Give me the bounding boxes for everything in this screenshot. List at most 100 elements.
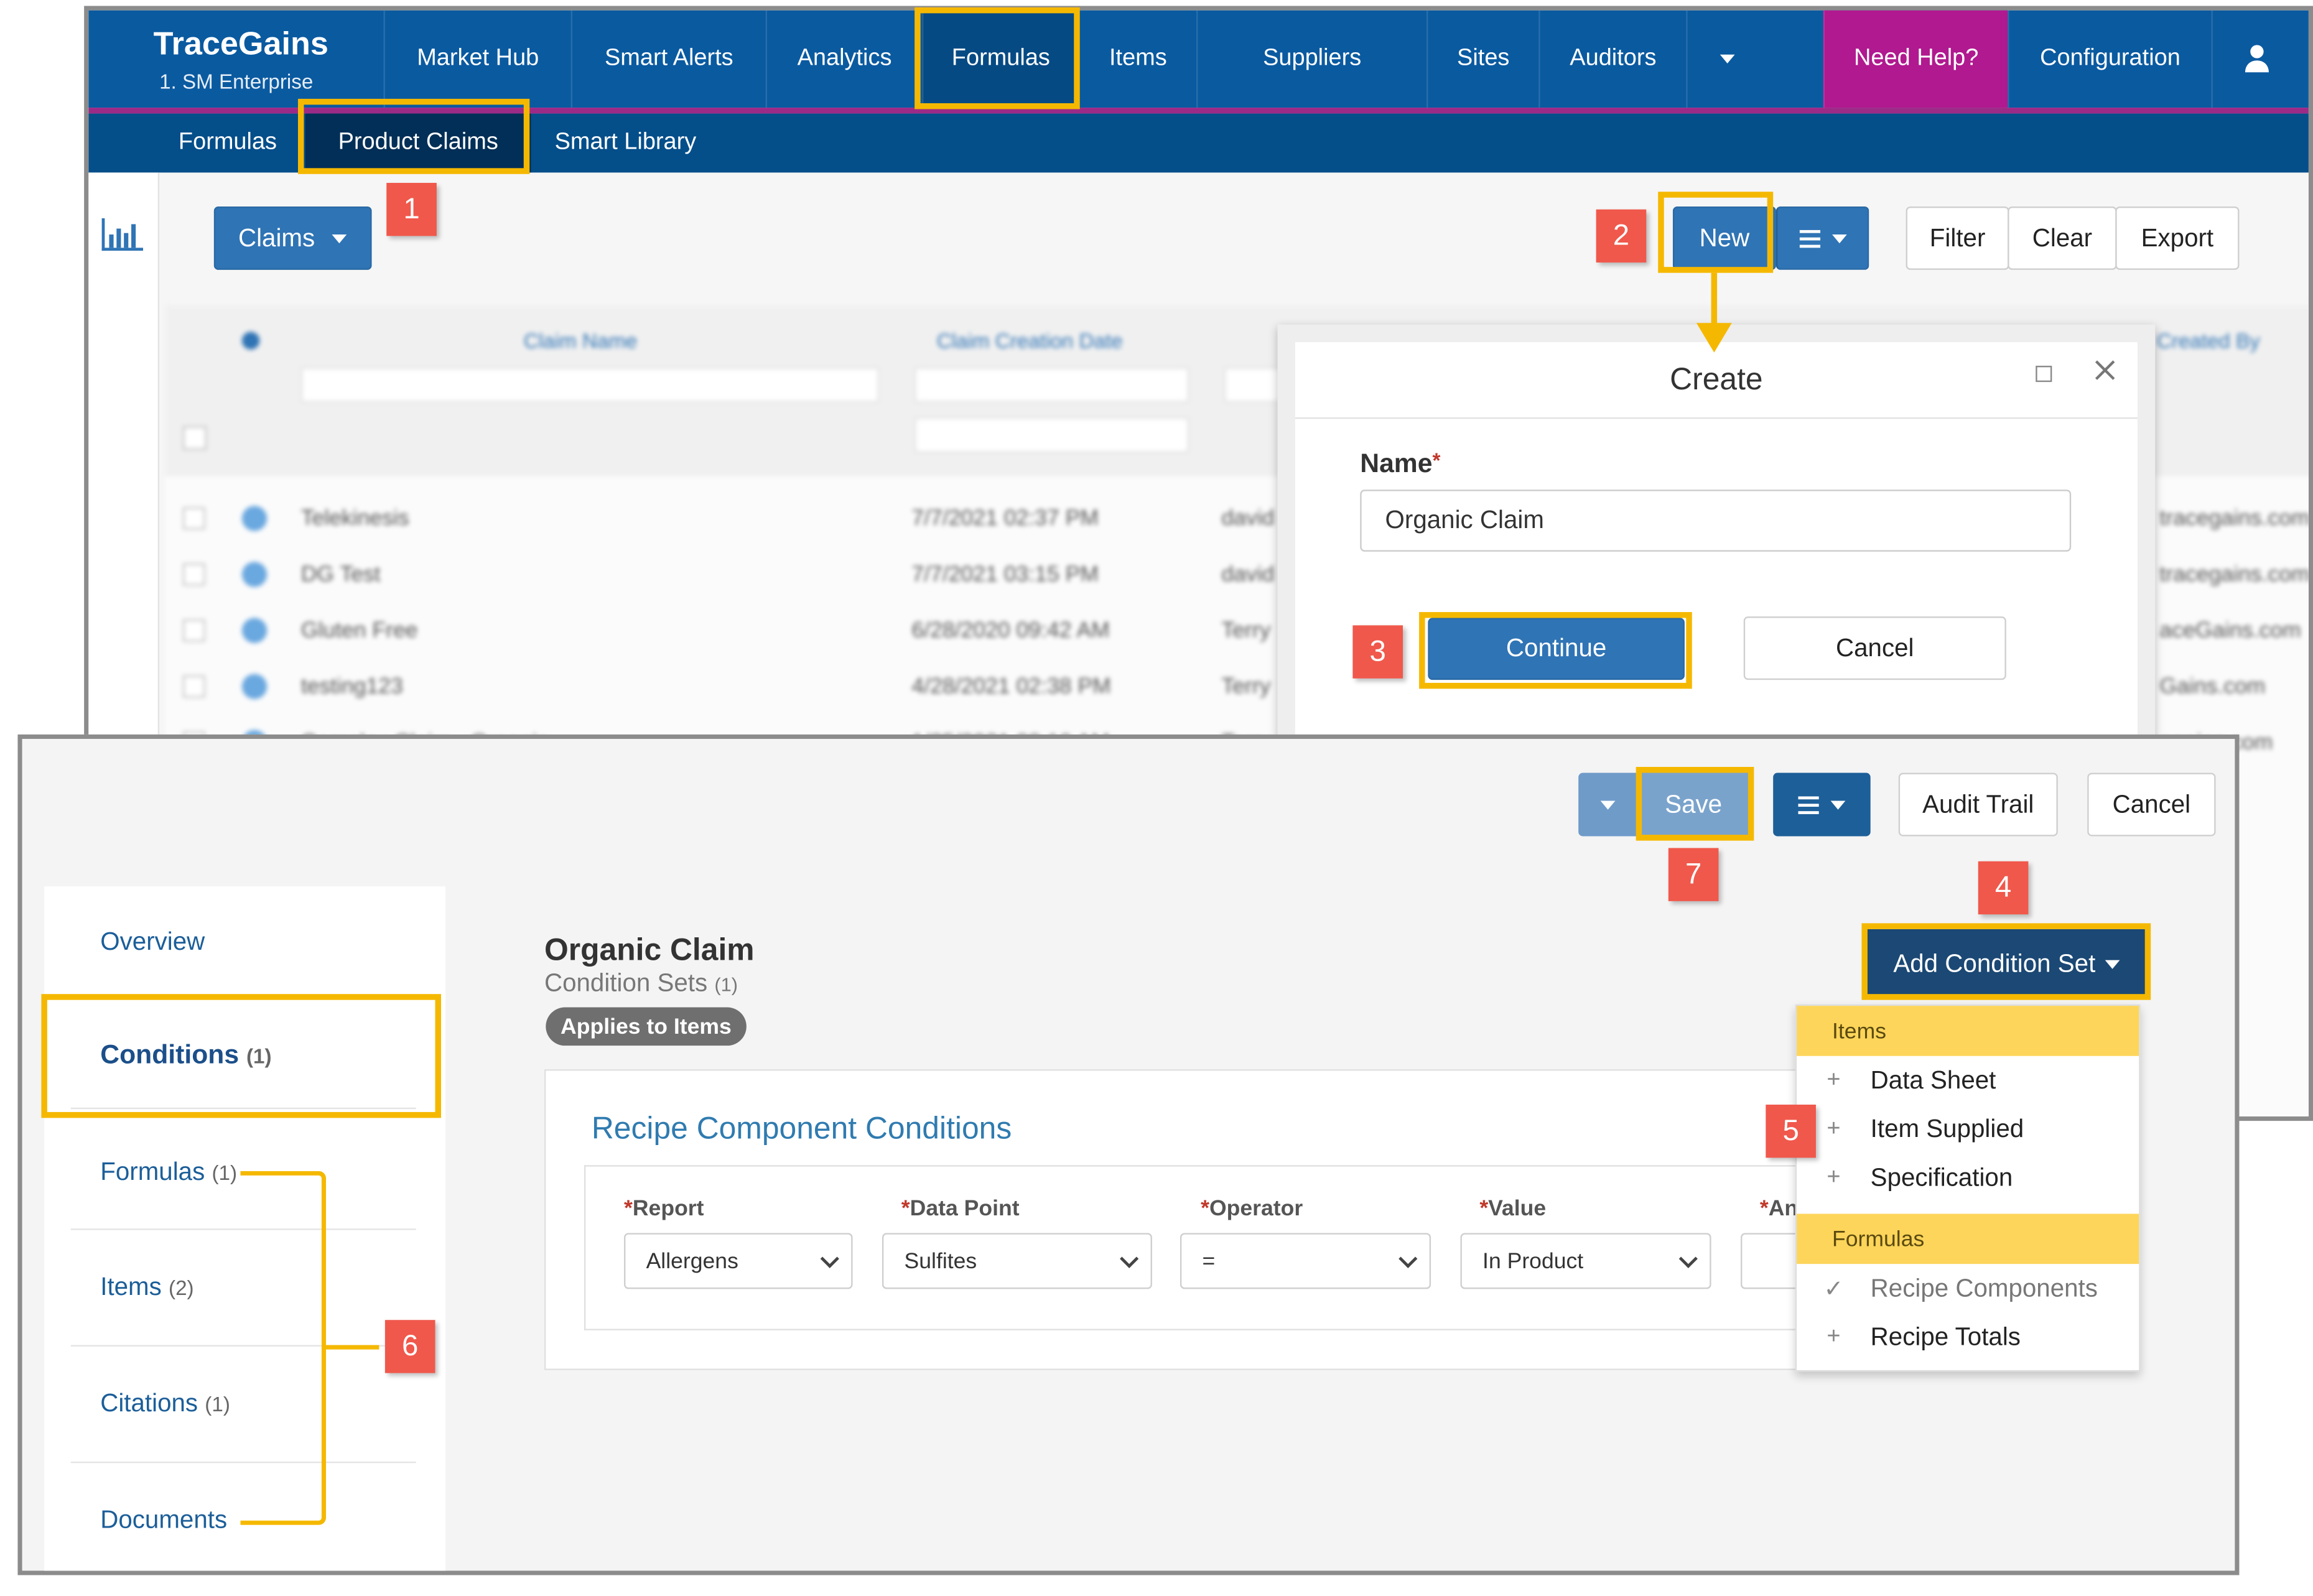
claims-dropdown-button[interactable]: Claims [213, 206, 372, 270]
expand-icon[interactable] [241, 674, 268, 699]
subnav-formulas[interactable]: Formulas [179, 114, 277, 173]
dropdown-label: Recipe Components [1870, 1273, 2098, 1302]
expand-icon[interactable] [241, 562, 268, 587]
editor-cancel-button[interactable]: Cancel [2087, 772, 2216, 837]
dropdown-label: Item Supplied [1870, 1114, 2024, 1143]
row-checkbox[interactable] [183, 507, 205, 530]
sidebar-count: (1) [212, 1161, 238, 1185]
continue-button[interactable]: Continue [1428, 618, 1685, 680]
column-claim-name[interactable]: Claim Name [524, 329, 638, 353]
dialog-title: Create [1670, 363, 1763, 397]
filter-date-input[interactable] [914, 367, 1189, 403]
claim-date: 7/7/2021 03:15 PM [911, 562, 1099, 587]
chart-icon[interactable] [100, 217, 144, 253]
nav-smart-alerts[interactable]: Smart Alerts [570, 10, 766, 108]
sidebar-item-formulas[interactable]: Formulas (1) [100, 1158, 237, 1187]
dropdown-item-data-sheet[interactable]: + Data Sheet [1797, 1056, 2139, 1105]
claim-title: Organic Claim [544, 933, 755, 968]
dropdown-item-specification[interactable]: + Specification [1797, 1153, 2139, 1202]
filter-date-input-2[interactable] [914, 417, 1189, 453]
caret-down-icon [332, 233, 348, 243]
maximize-icon[interactable] [2036, 366, 2052, 383]
row-checkbox[interactable] [183, 619, 205, 642]
brand-name[interactable]: TraceGains [154, 25, 328, 63]
value-value: In Product [1482, 1248, 1584, 1274]
nav-analytics[interactable]: Analytics [765, 10, 922, 108]
user-menu[interactable] [2211, 10, 2299, 108]
actions-menu-button[interactable] [1775, 206, 1869, 270]
nav-more-dropdown[interactable] [1686, 10, 1766, 108]
chevron-down-icon [1120, 1249, 1139, 1268]
expand-icon[interactable] [241, 618, 268, 643]
data-point-select[interactable]: Sulfites [882, 1233, 1152, 1289]
operator-select[interactable]: = [1180, 1233, 1431, 1289]
save-options-button[interactable] [1578, 772, 1638, 837]
caret-down-icon [1831, 233, 1846, 243]
condition-sets-count: (1) [714, 973, 738, 996]
report-value: Allergens [646, 1248, 738, 1274]
editor-actions-button[interactable] [1773, 772, 1871, 837]
step-badge-7: 7 [1668, 848, 1719, 901]
condition-panel: Recipe Component Conditions *Report *Dat… [544, 1069, 1889, 1370]
sidebar-item-conditions[interactable]: Conditions (1) [100, 1040, 271, 1071]
dropdown-label: Data Sheet [1870, 1065, 1996, 1094]
sidebar-label: Overview [100, 927, 205, 956]
dialog-cancel-button[interactable]: Cancel [1743, 616, 2006, 680]
value-select[interactable]: In Product [1460, 1233, 1711, 1289]
row-checkbox[interactable] [183, 563, 205, 586]
name-input[interactable]: Organic Claim [1360, 489, 2072, 552]
report-select[interactable]: Allergens [624, 1233, 853, 1289]
nav-items[interactable]: Items [1078, 10, 1196, 108]
condition-row: *Report *Data Point *Operator *Value *An… [584, 1165, 1889, 1330]
nav-suppliers[interactable]: Suppliers [1196, 10, 1426, 108]
top-navigation: TraceGains 1. SM Enterprise Market Hub S… [88, 10, 2309, 108]
claim-date: 7/7/2021 02:37 PM [911, 506, 1099, 531]
nav-formulas[interactable]: Formulas [922, 10, 1079, 108]
claim-email: tracegains.com [2159, 506, 2310, 531]
claim-name: testing123 [300, 674, 403, 699]
dropdown-item-item-supplied[interactable]: + Item Supplied [1797, 1105, 2139, 1153]
need-help-button[interactable]: Need Help? [1823, 10, 2008, 108]
sidebar-item-overview[interactable]: Overview [100, 927, 205, 957]
arrow-shaft [1711, 272, 1718, 327]
condition-sets-heading: Condition Sets (1) [544, 969, 738, 998]
clear-button[interactable]: Clear [2008, 206, 2117, 270]
claim-name: Telekinesis [300, 506, 409, 531]
dropdown-item-recipe-components[interactable]: ✓ Recipe Components [1797, 1264, 2139, 1312]
value-label-text: Value [1488, 1196, 1547, 1222]
nav-market-hub[interactable]: Market Hub [383, 10, 571, 108]
nav-configuration[interactable]: Configuration [2008, 10, 2211, 108]
close-icon[interactable] [2093, 358, 2117, 382]
sidebar-label: Items [100, 1273, 162, 1301]
sidebar-count: (1) [246, 1044, 272, 1068]
audit-trail-button[interactable]: Audit Trail [1898, 772, 2058, 837]
subnav-smart-library[interactable]: Smart Library [555, 114, 697, 173]
claim-user: david [1221, 562, 1275, 587]
export-button[interactable]: Export [2115, 206, 2240, 270]
claim-name: DG Test [300, 562, 381, 587]
menu-lines-icon [1798, 796, 1819, 814]
select-all-checkbox[interactable] [183, 426, 207, 450]
divider [70, 1107, 416, 1110]
filter-button[interactable]: Filter [1906, 206, 2009, 270]
subnav-product-claims[interactable]: Product Claims [305, 113, 531, 173]
sidebar-label: Conditions [100, 1039, 240, 1070]
dropdown-item-recipe-totals[interactable]: + Recipe Totals [1797, 1312, 2139, 1361]
and-label-text: An [1768, 1196, 1799, 1222]
sidebar-item-citations[interactable]: Citations (1) [100, 1390, 230, 1419]
add-condition-set-button[interactable]: Add Condition Set [1866, 929, 2147, 999]
filter-name-input[interactable] [300, 367, 880, 403]
save-button[interactable]: Save [1637, 772, 1750, 837]
nav-auditors[interactable]: Auditors [1538, 10, 1686, 108]
plus-icon: + [1827, 1067, 1841, 1092]
sidebar-item-items[interactable]: Items (2) [100, 1273, 193, 1302]
nav-sites[interactable]: Sites [1426, 10, 1538, 108]
claims-label: Claims [238, 223, 315, 252]
sidebar-count: (2) [169, 1276, 194, 1300]
column-creation-date[interactable]: Claim Creation Date [937, 329, 1123, 353]
new-button[interactable]: New [1672, 206, 1776, 270]
expand-icon[interactable] [241, 506, 268, 531]
row-checkbox[interactable] [183, 675, 205, 698]
sidebar-item-documents[interactable]: Documents [100, 1506, 227, 1535]
column-created-by[interactable]: Created By [2157, 329, 2260, 353]
